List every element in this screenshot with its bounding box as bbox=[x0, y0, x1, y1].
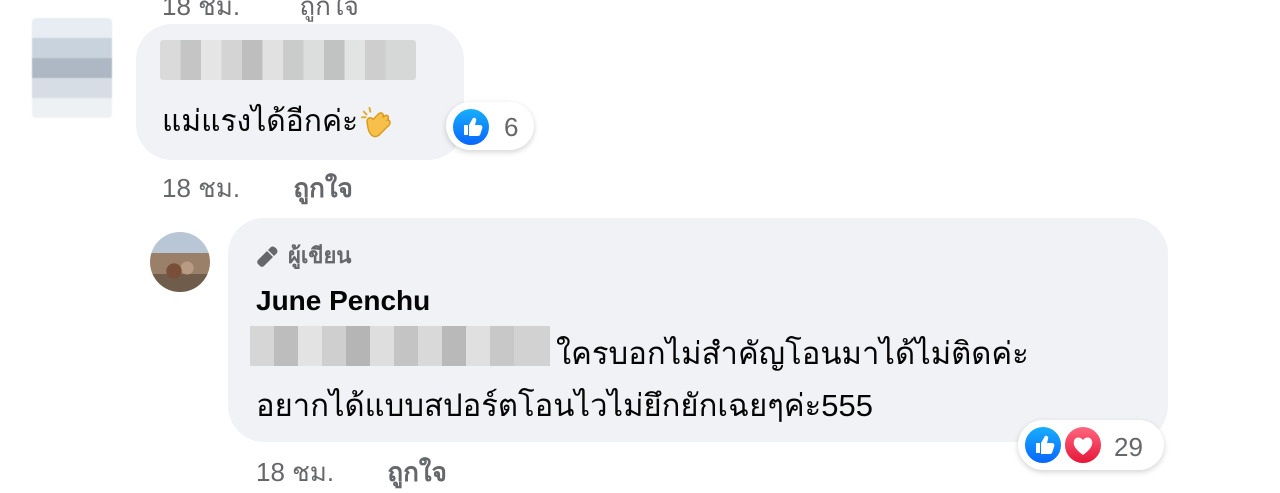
redacted-text bbox=[250, 326, 550, 366]
reply-meta: 18 ชม. ถูกใจ bbox=[256, 452, 447, 493]
like-link[interactable]: ถูกใจ bbox=[387, 457, 446, 487]
reaction-count: 6 bbox=[504, 112, 519, 142]
author-badge: ผู้เขียน bbox=[256, 238, 351, 273]
reaction-summary[interactable]: 29 bbox=[1018, 420, 1164, 470]
microphone-icon bbox=[257, 246, 278, 267]
comment-meta: 18 ชม. ถูกใจ bbox=[162, 168, 353, 209]
previous-comment-meta: 18 ชม. ถูกใจ bbox=[162, 0, 411, 27]
comment-text: แม่แรงได้อีกค่ะ bbox=[162, 98, 394, 145]
reply-text-line-2: อยากได้แบบสปอร์ตโอนไวไม่ยึกยักเฉยๆค่ะ555 bbox=[256, 388, 874, 423]
reaction-count: 29 bbox=[1114, 432, 1143, 462]
reply-time[interactable]: 18 ชม. bbox=[256, 457, 334, 487]
reaction-summary[interactable]: 6 bbox=[446, 102, 534, 150]
author-avatar[interactable] bbox=[150, 232, 210, 292]
previous-comment-time[interactable]: 18 ชม. bbox=[162, 0, 240, 21]
comment-time[interactable]: 18 ชม. bbox=[162, 173, 240, 203]
like-reaction-icon bbox=[1022, 424, 1064, 466]
commenter-avatar[interactable] bbox=[32, 18, 112, 118]
clapping-hands-icon bbox=[361, 107, 391, 138]
commenter-name-redacted[interactable] bbox=[160, 40, 416, 80]
previous-comment-like-link[interactable]: ถูกใจ bbox=[299, 0, 358, 21]
love-reaction-icon bbox=[1062, 424, 1104, 466]
reply-text-line-1: ใครบอกไม่สำคัญโอนมาได้ไม่ติดค่ะ bbox=[556, 336, 1029, 371]
like-link[interactable]: ถูกใจ bbox=[293, 173, 352, 203]
like-reaction-icon bbox=[450, 106, 492, 148]
author-name[interactable]: June Penchu bbox=[256, 285, 430, 317]
